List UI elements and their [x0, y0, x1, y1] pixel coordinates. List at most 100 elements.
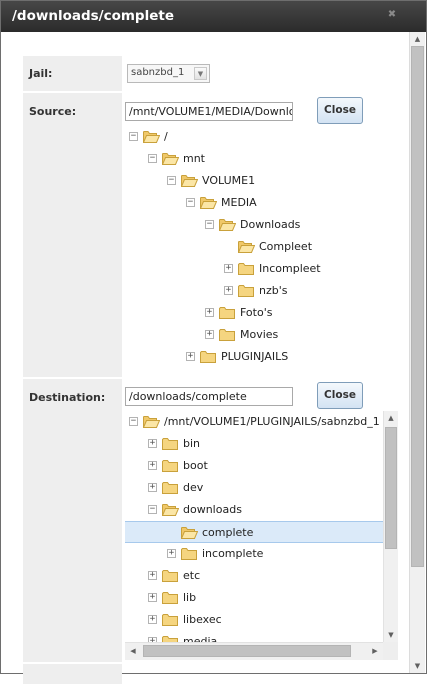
- tree-node[interactable]: Compleet: [129, 236, 379, 258]
- collapse-icon[interactable]: −: [148, 505, 157, 514]
- tree-node[interactable]: − VOLUME1: [129, 170, 379, 192]
- folder-icon: [162, 569, 178, 582]
- folder-open-icon: [199, 196, 218, 209]
- tree-node-label: Incompleet: [259, 262, 321, 275]
- jail-select-value: sabnzbd_1: [131, 67, 185, 78]
- tree-node-label: Downloads: [240, 218, 301, 231]
- scrollbar-thumb[interactable]: [143, 645, 351, 657]
- tree-node[interactable]: + boot: [129, 455, 383, 477]
- tree-node[interactable]: + Incompleet: [129, 258, 379, 280]
- tree-node-label: MEDIA: [221, 196, 257, 209]
- tree-node[interactable]: + PLUGINJAILS: [129, 346, 379, 368]
- tree-node[interactable]: + Foto's: [129, 302, 379, 324]
- expand-icon[interactable]: +: [224, 264, 233, 273]
- collapse-icon[interactable]: −: [148, 154, 157, 163]
- scroll-right-icon[interactable]: ▶: [367, 643, 383, 660]
- tree-node[interactable]: − Downloads: [129, 214, 379, 236]
- expand-icon[interactable]: +: [148, 483, 157, 492]
- tree-node[interactable]: + nzb's: [129, 280, 379, 302]
- tree-node-label: bin: [183, 437, 201, 450]
- tree-node[interactable]: + bin: [129, 433, 383, 455]
- tree-node[interactable]: − mnt: [129, 148, 379, 170]
- folder-icon: [219, 306, 235, 319]
- tree-node[interactable]: − downloads: [129, 499, 383, 521]
- scrollbar-thumb[interactable]: [411, 46, 424, 567]
- tree-node[interactable]: − /mnt/VOLUME1/PLUGINJAILS/sabnzbd_1: [129, 411, 383, 433]
- scroll-down-icon[interactable]: ▼: [410, 659, 425, 673]
- folder-icon: [181, 547, 197, 560]
- tree-node-label: complete: [202, 526, 254, 539]
- next-row-label: [23, 664, 122, 684]
- folder-open-icon: [142, 415, 161, 428]
- destination-tree-vertical-scrollbar[interactable]: ▲ ▼: [383, 411, 398, 642]
- collapse-icon[interactable]: −: [186, 198, 195, 207]
- close-dialog-icon[interactable]: ✖: [386, 9, 398, 21]
- collapse-icon[interactable]: −: [129, 132, 138, 141]
- folder-icon: [238, 262, 254, 275]
- collapse-icon[interactable]: −: [167, 176, 176, 185]
- browse-dialog: /downloads/complete ✖ Jail: Source: Dest…: [0, 0, 427, 684]
- chevron-down-icon[interactable]: ▼: [194, 67, 207, 80]
- dialog-titlebar[interactable]: /downloads/complete ✖: [1, 1, 426, 32]
- tree-node[interactable]: + lib: [129, 587, 383, 609]
- destination-tree-horizontal-scrollbar[interactable]: ◀ ▶: [125, 642, 383, 660]
- tree-node[interactable]: + incomplete: [129, 543, 383, 565]
- jail-select[interactable]: sabnzbd_1 ▼: [127, 64, 210, 83]
- source-close-button[interactable]: Close: [317, 97, 363, 124]
- folder-icon: [162, 613, 178, 626]
- tree-node[interactable]: − /: [129, 126, 379, 148]
- expand-icon[interactable]: +: [148, 593, 157, 602]
- expand-icon[interactable]: +: [148, 461, 157, 470]
- folder-icon: [219, 328, 235, 341]
- folder-open-icon: [237, 240, 256, 253]
- folder-open-icon: [218, 218, 237, 231]
- tree-node[interactable]: + Movies: [129, 324, 379, 346]
- tree-node-label: nzb's: [259, 284, 288, 297]
- folder-open-icon: [180, 526, 199, 539]
- destination-path-input[interactable]: /downloads/complete: [125, 387, 293, 406]
- folder-open-icon: [180, 174, 199, 187]
- expand-icon[interactable]: +: [224, 286, 233, 295]
- folder-open-icon: [161, 152, 180, 165]
- tree-node[interactable]: + dev: [129, 477, 383, 499]
- tree-node[interactable]: + libexec: [129, 609, 383, 631]
- tree-node-label: Compleet: [259, 240, 313, 253]
- scrollbar-corner: [383, 642, 398, 660]
- dialog-vertical-scrollbar[interactable]: ▲ ▼: [409, 32, 425, 673]
- tree-node-label: Movies: [240, 328, 279, 341]
- expand-icon[interactable]: +: [205, 330, 214, 339]
- source-path-input[interactable]: /mnt/VOLUME1/MEDIA/Downloads: [125, 102, 293, 121]
- tree-node[interactable]: complete: [125, 521, 383, 543]
- folder-icon: [162, 459, 178, 472]
- folder-icon: [238, 284, 254, 297]
- destination-close-button[interactable]: Close: [317, 382, 363, 409]
- folder-open-icon: [142, 130, 161, 143]
- tree-node-label: /: [164, 130, 168, 143]
- expand-icon[interactable]: +: [167, 549, 176, 558]
- tree-node-label: downloads: [183, 503, 242, 516]
- dialog-title: /downloads/complete: [12, 8, 174, 24]
- destination-tree: −/mnt/VOLUME1/PLUGINJAILS/sabnzbd_1 + bin +…: [125, 411, 383, 660]
- tree-node[interactable]: − MEDIA: [129, 192, 379, 214]
- expand-icon[interactable]: +: [148, 571, 157, 580]
- collapse-icon[interactable]: −: [129, 417, 138, 426]
- scroll-down-icon[interactable]: ▼: [384, 628, 398, 642]
- expand-icon[interactable]: +: [148, 439, 157, 448]
- folder-icon: [162, 481, 178, 494]
- tree-node-label: Foto's: [240, 306, 273, 319]
- scroll-up-icon[interactable]: ▲: [410, 32, 425, 46]
- tree-node-label: /mnt/VOLUME1/PLUGINJAILS/sabnzbd_1: [164, 415, 380, 428]
- source-label: Source:: [23, 93, 122, 377]
- destination-label: Destination:: [23, 379, 122, 662]
- expand-icon[interactable]: +: [205, 308, 214, 317]
- scroll-up-icon[interactable]: ▲: [384, 411, 398, 425]
- expand-icon[interactable]: +: [186, 352, 195, 361]
- expand-icon[interactable]: +: [148, 615, 157, 624]
- tree-node[interactable]: + etc: [129, 565, 383, 587]
- tree-node-label: mnt: [183, 152, 205, 165]
- collapse-icon[interactable]: −: [205, 220, 214, 229]
- scroll-left-icon[interactable]: ◀: [125, 643, 141, 660]
- scrollbar-thumb[interactable]: [385, 427, 397, 549]
- tree-node-label: lib: [183, 591, 197, 604]
- tree-node-label: boot: [183, 459, 208, 472]
